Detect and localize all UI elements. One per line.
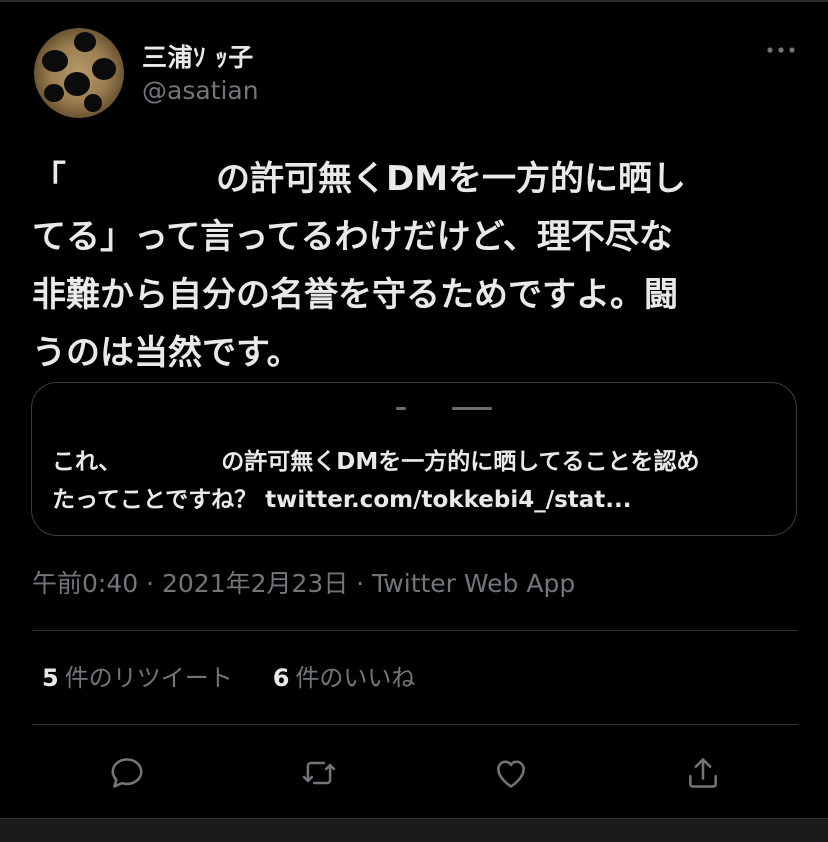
avatar[interactable] bbox=[34, 28, 124, 118]
tweet-date[interactable]: 2021年2月23日 bbox=[162, 569, 348, 598]
retweet-icon[interactable] bbox=[296, 750, 342, 796]
tweet-meta: 午前0:40 · 2021年2月23日 · Twitter Web App bbox=[32, 564, 575, 600]
tweet-time[interactable]: 午前0:40 bbox=[32, 569, 138, 598]
bottom-bar bbox=[0, 818, 828, 842]
quoted-tweet[interactable]: これ、 の許可無くDMを一方的に晒してることを認め たってことですね？ twitt… bbox=[31, 382, 797, 536]
tweet-source-app[interactable]: Twitter Web App bbox=[372, 569, 575, 598]
tweet-stats: 5 件のリツイート 6 件のいいね bbox=[42, 658, 415, 693]
tweet-actions bbox=[0, 750, 828, 796]
retweets-count: 5 bbox=[42, 664, 59, 692]
likes-stat[interactable]: 6 件のいいね bbox=[273, 658, 416, 693]
tweet-text: 「 の許可無くDMを一方的に晒し てる」って言ってるわけだけど、理不尽な 非難から… bbox=[32, 150, 792, 382]
retweets-label: 件のリツイート bbox=[64, 664, 233, 692]
divider bbox=[32, 630, 798, 631]
tweet-text-open: 「 bbox=[32, 159, 66, 199]
reply-icon[interactable] bbox=[104, 750, 150, 796]
share-icon[interactable] bbox=[680, 750, 726, 796]
quoted-text-start: これ、 bbox=[52, 449, 122, 475]
more-icon[interactable] bbox=[764, 40, 798, 60]
like-icon[interactable] bbox=[488, 750, 534, 796]
tweet-text-line1: の許可無くDMを一方的に晒し bbox=[216, 159, 687, 199]
retweets-stat[interactable]: 5 件のリツイート bbox=[42, 658, 233, 693]
author-name[interactable]: 三浦ｿ ｯ子 bbox=[142, 38, 254, 74]
meta-separator: · bbox=[138, 569, 162, 598]
meta-separator: · bbox=[348, 569, 373, 598]
tweet-text-rest: てる」って言ってるわけだけど、理不尽な 非難から自分の名誉を守るためですよ。闘 … bbox=[32, 217, 678, 373]
author-handle[interactable]: @asatian bbox=[142, 76, 259, 105]
tweet-detail: 三浦ｿ ｯ子 @asatian 「 の許可無くDMを一方的に晒し てる」って言って… bbox=[0, 0, 828, 842]
quoted-tweet-header-redacted bbox=[56, 403, 496, 413]
divider bbox=[32, 724, 798, 725]
quoted-text-rest: の許可無くDMを一方的に晒してることを認め たってことですね？ twitter.… bbox=[52, 449, 700, 513]
likes-label: 件のいいね bbox=[295, 664, 416, 692]
likes-count: 6 bbox=[272, 664, 290, 692]
quoted-tweet-text: これ、 の許可無くDMを一方的に晒してることを認め たってことですね？ twitt… bbox=[52, 443, 782, 519]
